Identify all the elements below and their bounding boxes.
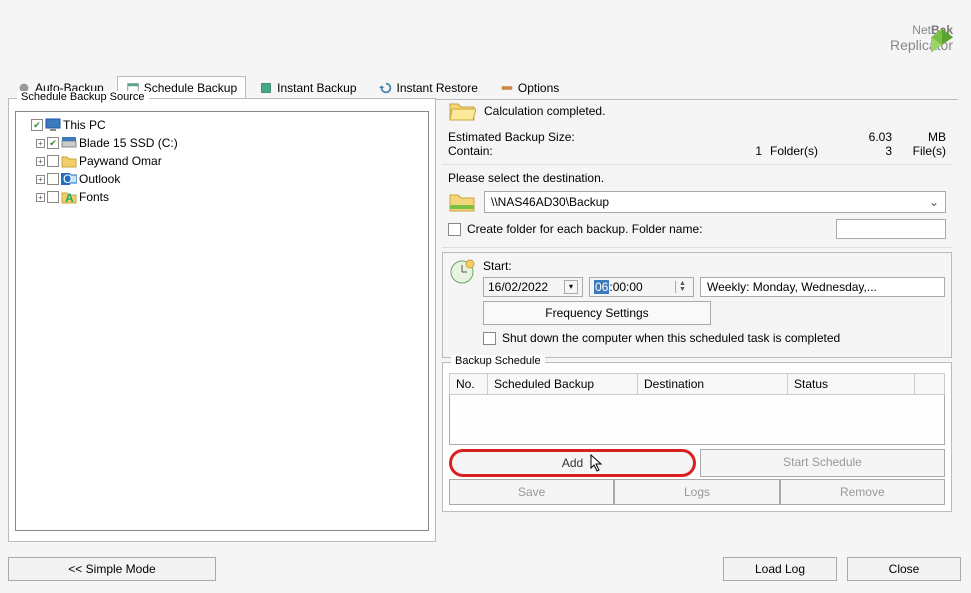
tree-item-outlook[interactable]: + O Outlook — [20, 170, 424, 188]
clock-icon — [449, 259, 475, 285]
footer: << Simple Mode Load Log Close — [8, 557, 961, 581]
create-folder-label: Create folder for each backup. Folder na… — [467, 222, 702, 236]
fonts-icon: A — [61, 190, 77, 204]
destination-path: \\NAS46AD30\Backup — [491, 195, 609, 209]
col-dest[interactable]: Destination — [638, 374, 788, 395]
main-tabs: Auto-Backup Schedule Backup Instant Back… — [8, 76, 958, 100]
table-row[interactable] — [450, 395, 945, 445]
folder-icon — [61, 154, 77, 168]
tree-label: Blade 15 SSD (C:) — [79, 136, 178, 150]
checkbox-icon[interactable] — [47, 173, 59, 185]
close-button[interactable]: Close — [847, 557, 961, 581]
tab-instant-restore[interactable]: Instant Restore — [370, 76, 487, 99]
start-schedule-button[interactable]: Start Schedule — [700, 449, 945, 477]
tab-options-label: Options — [518, 81, 559, 95]
est-size-unit: MB — [892, 130, 946, 144]
calendar-dropdown-icon[interactable]: ▾ — [564, 280, 578, 294]
start-label: Start: — [483, 259, 945, 273]
backup-icon — [259, 81, 273, 95]
restore-icon — [379, 81, 393, 95]
time-input[interactable]: 06:00:00 ▲▼ — [589, 277, 694, 297]
tree-label: This PC — [63, 118, 106, 132]
schedule-table: No. Scheduled Backup Destination Status — [449, 373, 945, 445]
svg-text:A: A — [65, 191, 74, 204]
load-log-button[interactable]: Load Log — [723, 557, 837, 581]
tab-options[interactable]: Options — [491, 76, 568, 99]
expand-icon[interactable]: + — [36, 139, 45, 148]
app-logo-icon — [931, 28, 953, 62]
app-header: NetBak Replicator — [890, 10, 953, 53]
tree-item-drive[interactable]: + ✔ Blade 15 SSD (C:) — [20, 134, 424, 152]
tab-instant-backup[interactable]: Instant Backup — [250, 76, 365, 99]
checkbox-icon[interactable] — [47, 155, 59, 167]
col-backup[interactable]: Scheduled Backup — [488, 374, 638, 395]
time-spinner[interactable]: ▲▼ — [675, 281, 689, 293]
tab-schedule-backup-label: Schedule Backup — [144, 81, 237, 95]
stats-block: Estimated Backup Size: 6.03 MB Contain: … — [442, 128, 952, 160]
schedule-settings: Start: 16/02/2022 ▾ 06:00:00 ▲▼ Weekly: … — [442, 252, 952, 358]
tree-label: Outlook — [79, 172, 120, 186]
date-input[interactable]: 16/02/2022 ▾ — [483, 277, 583, 297]
date-value: 16/02/2022 — [488, 280, 548, 294]
col-spacer — [915, 374, 945, 395]
col-status[interactable]: Status — [788, 374, 915, 395]
calc-status-row: Calculation completed. — [442, 98, 952, 124]
files-label: File(s) — [892, 144, 946, 158]
shutdown-checkbox[interactable] — [483, 332, 496, 345]
time-hour: 06 — [594, 280, 609, 294]
expand-icon[interactable]: + — [36, 157, 45, 166]
files-count: 3 — [832, 144, 892, 158]
est-size-value: 6.03 — [832, 130, 892, 144]
col-no[interactable]: No. — [450, 374, 488, 395]
remove-button[interactable]: Remove — [780, 479, 945, 505]
frequency-settings-button[interactable]: Frequency Settings — [483, 301, 711, 325]
time-rest: :00:00 — [609, 280, 642, 294]
source-tree[interactable]: ✔ This PC + ✔ Blade 15 SSD (C:) + Paywan… — [15, 111, 429, 531]
destination-select[interactable]: \\NAS46AD30\Backup — [484, 191, 946, 213]
folder-icon — [448, 191, 476, 213]
options-icon — [500, 81, 514, 95]
recurrence-display: Weekly: Monday, Wednesday,... — [700, 277, 945, 297]
tab-instant-backup-label: Instant Backup — [277, 81, 356, 95]
computer-icon — [45, 118, 61, 132]
source-panel-title: Schedule Backup Source — [17, 91, 149, 103]
expand-icon[interactable]: + — [36, 193, 45, 202]
tab-instant-restore-label: Instant Restore — [397, 81, 478, 95]
dest-prompt: Please select the destination. — [448, 171, 946, 185]
backup-schedule-panel: Backup Schedule No. Scheduled Backup Des… — [442, 362, 952, 512]
shutdown-label: Shut down the computer when this schedul… — [502, 331, 840, 345]
calc-status-text: Calculation completed. — [484, 104, 605, 118]
add-button-label: Add — [562, 456, 583, 470]
checkbox-icon[interactable]: ✔ — [31, 119, 43, 131]
add-button[interactable]: Add — [449, 449, 696, 477]
tree-item-user[interactable]: + Paywand Omar — [20, 152, 424, 170]
app-name-1: Net — [912, 23, 931, 37]
simple-mode-button[interactable]: << Simple Mode — [8, 557, 216, 581]
create-folder-checkbox[interactable] — [448, 223, 461, 236]
tree-item-fonts[interactable]: + A Fonts — [20, 188, 424, 206]
tree-label: Fonts — [79, 190, 109, 204]
save-button[interactable]: Save — [449, 479, 614, 505]
folders-label: Folder(s) — [762, 144, 832, 158]
tree-label: Paywand Omar — [79, 154, 162, 168]
expand-icon[interactable]: + — [36, 175, 45, 184]
folder-open-icon — [448, 100, 476, 122]
outlook-icon: O — [61, 172, 77, 186]
checkbox-icon[interactable]: ✔ — [47, 137, 59, 149]
drive-icon — [61, 136, 77, 150]
logs-button[interactable]: Logs — [614, 479, 779, 505]
folder-name-input[interactable] — [836, 219, 946, 239]
folders-count: 1 — [742, 144, 762, 158]
tree-item-this-pc[interactable]: ✔ This PC — [20, 116, 424, 134]
est-size-label: Estimated Backup Size: — [448, 130, 832, 144]
checkbox-icon[interactable] — [47, 191, 59, 203]
backup-schedule-title: Backup Schedule — [451, 355, 545, 367]
source-panel: Schedule Backup Source ✔ This PC + ✔ Bla… — [8, 98, 436, 542]
cursor-icon — [590, 454, 604, 472]
svg-text:O: O — [63, 172, 72, 186]
contain-label: Contain: — [448, 144, 742, 158]
